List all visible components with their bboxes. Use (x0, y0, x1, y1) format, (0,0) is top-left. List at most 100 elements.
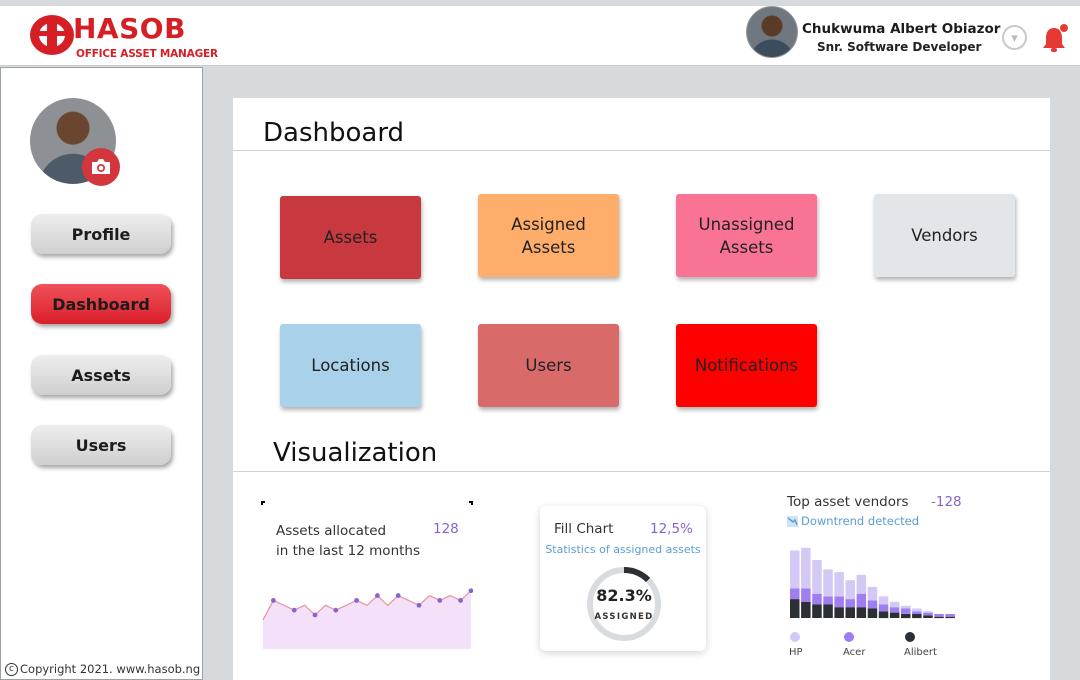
sidebar-item-assets[interactable]: Assets (31, 355, 171, 395)
bar-segment (834, 596, 844, 608)
bar-segment (934, 616, 944, 619)
bar-segment (834, 607, 844, 618)
bar-segment (878, 611, 889, 619)
bar-segment (923, 611, 933, 613)
bar-segment (823, 569, 833, 597)
user-role: Snr. Software Developer (817, 40, 982, 54)
bar-segment (812, 560, 822, 594)
legend-dot (844, 632, 854, 642)
bar-segment (889, 612, 900, 618)
tile-locations[interactable]: Locations (280, 324, 421, 407)
top-bar: HASOB OFFICE ASSET MANAGER Chukwuma Albe… (0, 6, 1080, 66)
bar-chart-plot: HP Acer Alibert (789, 547, 955, 658)
legend-label: HP (789, 647, 803, 658)
legend-label: Alibert (904, 647, 937, 658)
data-point (354, 598, 359, 603)
fill-chart-card: Fill Chart 12,5% Statistics of assigned … (540, 506, 706, 651)
bar-segment (945, 614, 955, 617)
tile-users[interactable]: Users (478, 324, 619, 407)
tile-assigned-assets[interactable]: Assigned Assets (478, 194, 619, 277)
copyright: c Copyright 2021. www.hasob.ng (5, 662, 200, 676)
legend-dot (905, 632, 915, 642)
page-title: Dashboard (263, 118, 405, 148)
bar-segment (801, 588, 811, 602)
bar-segment (901, 608, 911, 614)
assets-allocated-chart: Assets allocated in the last 12 months 1… (261, 501, 473, 651)
brand-name: HASOB (73, 12, 186, 45)
bar-segment (934, 614, 944, 617)
top-vendors-chart: Top asset vendors -128 Downtrend detecte… (783, 490, 1043, 680)
bar-segment (912, 614, 922, 619)
sidebar-item-dashboard[interactable]: Dashboard (31, 284, 171, 324)
bar-segment (856, 607, 867, 618)
bar-segment (912, 611, 922, 614)
bar-segment (856, 574, 867, 594)
bar-segment (790, 588, 800, 600)
gauge-value: 82.3% (596, 586, 652, 605)
main-panel: Dashboard Assets Assigned Assets Unassig… (233, 98, 1050, 680)
bar-segment (945, 616, 955, 619)
bar-segment (845, 580, 855, 600)
bar-segment (845, 607, 855, 618)
legend-label: Acer (843, 647, 866, 658)
camera-icon[interactable] (82, 148, 120, 186)
data-point (416, 602, 422, 608)
bar-segment (867, 608, 878, 618)
data-point (375, 593, 380, 598)
bar-segment (912, 608, 922, 612)
brand-logo[interactable]: HASOB OFFICE ASSET MANAGER (30, 12, 218, 60)
bar-segment (867, 600, 878, 609)
bar-segment (790, 550, 800, 589)
bar-segment (867, 586, 878, 601)
bar-segment (845, 599, 855, 608)
copyright-icon: c (5, 662, 18, 676)
bar-segment (889, 607, 900, 613)
bar-segment (801, 601, 811, 618)
area-chart-plot (262, 588, 473, 649)
sidebar-item-profile[interactable]: Profile (31, 214, 171, 254)
bar-segment (790, 599, 800, 618)
fill-chart-title: Fill Chart (554, 521, 614, 537)
copyright-text: Copyright 2021. www.hasob.ng (20, 662, 201, 676)
legend-dot (790, 632, 800, 642)
divider (233, 150, 1050, 151)
bar-segment (878, 596, 889, 605)
bar-segment (812, 604, 822, 618)
bar-segment (901, 605, 911, 609)
bar-segment (856, 593, 867, 608)
visualization-title: Visualization (273, 438, 438, 468)
data-point (437, 598, 443, 603)
bar-segment (878, 604, 889, 612)
sidebar-item-users[interactable]: Users (31, 425, 171, 465)
bar-segment (834, 572, 844, 597)
data-point (312, 612, 318, 618)
brand-subtitle: OFFICE ASSET MANAGER (76, 48, 218, 60)
data-point (458, 598, 463, 603)
user-name: Chukwuma Albert Obiazor (802, 21, 1001, 37)
bar-segment (889, 601, 900, 608)
bar-segment (823, 596, 833, 605)
sidebar: Profile Dashboard Assets Users c Copyrig… (0, 67, 203, 680)
logo-bar (36, 31, 68, 36)
tile-notifications[interactable]: Notifications (676, 324, 817, 407)
divider (233, 471, 1050, 472)
bar-segment (801, 547, 811, 589)
tile-vendors[interactable]: Vendors (874, 194, 1015, 277)
data-point (271, 598, 276, 603)
bar-segment (812, 593, 822, 605)
bar-segment (923, 612, 933, 616)
data-point (395, 593, 401, 598)
bar-segment (823, 604, 833, 618)
bell-icon[interactable] (1040, 24, 1068, 54)
data-point (291, 607, 297, 613)
fill-chart-subtitle: Statistics of assigned assets (545, 543, 701, 556)
gauge-label: ASSIGNED (594, 612, 654, 622)
tile-assets[interactable]: Assets (280, 196, 421, 279)
user-avatar[interactable] (746, 6, 798, 58)
bar-segment (923, 615, 933, 618)
fill-chart-value: 12,5% (650, 521, 693, 537)
chevron-down-icon[interactable]: ▾ (1002, 25, 1027, 50)
tile-unassigned-assets[interactable]: Unassigned Assets (676, 194, 817, 277)
data-point (333, 607, 339, 613)
bar-segment (901, 614, 911, 619)
